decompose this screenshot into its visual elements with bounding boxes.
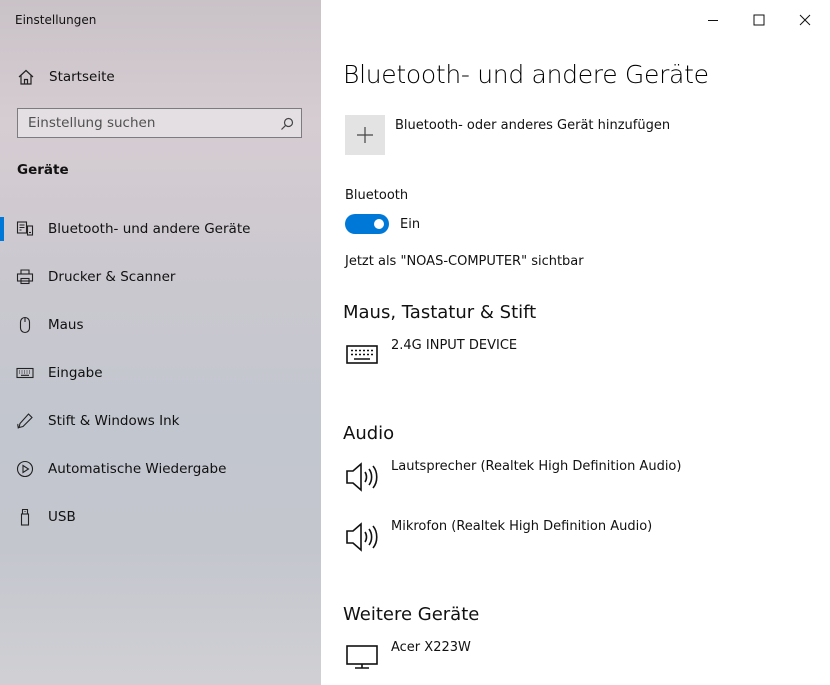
search-box[interactable] — [17, 108, 302, 138]
pen-icon — [16, 412, 34, 430]
sidebar: Einstellungen Startseite Geräte — [0, 0, 321, 685]
speaker-icon — [345, 519, 381, 555]
sidebar-item-mouse[interactable]: Maus — [0, 305, 321, 345]
device-name: Lautsprecher (Realtek High Definition Au… — [391, 459, 682, 474]
visibility-status: Jetzt als "NOAS-COMPUTER" sichtbar — [345, 254, 584, 269]
sidebar-item-label: Drucker & Scanner — [48, 269, 176, 285]
mouse-icon — [16, 316, 34, 334]
content-pane: Bluetooth- und andere Geräte Bluetooth- … — [321, 0, 830, 685]
sidebar-item-label: Maus — [48, 317, 84, 333]
monitor-icon — [345, 640, 381, 676]
home-link[interactable]: Startseite — [0, 60, 321, 94]
close-icon — [799, 14, 811, 26]
section-title: Geräte — [17, 162, 69, 178]
sidebar-item-label: USB — [48, 509, 76, 525]
sidebar-item-label: Eingabe — [48, 365, 103, 381]
device-item[interactable]: Mikrofon (Realtek High Definition Audio) — [345, 519, 805, 559]
bluetooth-toggle[interactable] — [345, 214, 389, 234]
sidebar-item-label: Automatische Wiedergabe — [48, 461, 227, 477]
sidebar-item-label: Bluetooth- und andere Geräte — [48, 221, 251, 237]
keyboard-icon — [16, 364, 34, 382]
bluetooth-label: Bluetooth — [345, 188, 409, 203]
home-icon — [17, 68, 35, 86]
bluetooth-devices-icon — [16, 220, 34, 238]
speaker-icon — [345, 459, 381, 495]
device-item[interactable]: 2.4G INPUT DEVICE — [345, 338, 805, 378]
search-icon[interactable] — [280, 116, 294, 130]
sidebar-item-autoplay[interactable]: Automatische Wiedergabe — [0, 449, 321, 489]
plus-icon — [357, 127, 373, 143]
search-input[interactable] — [18, 109, 278, 136]
device-name: 2.4G INPUT DEVICE — [391, 338, 518, 353]
bluetooth-state: Ein — [400, 217, 421, 232]
settings-window: Einstellungen Startseite Geräte — [0, 0, 830, 685]
autoplay-icon — [16, 460, 34, 478]
app-title: Einstellungen — [15, 13, 97, 27]
add-device-button[interactable] — [345, 115, 385, 155]
page-title: Bluetooth- und andere Geräte — [343, 60, 709, 89]
device-name: Mikrofon (Realtek High Definition Audio) — [391, 519, 653, 534]
maximize-icon — [753, 14, 765, 26]
home-label: Startseite — [49, 69, 115, 85]
printer-icon — [16, 268, 34, 286]
sidebar-item-pen[interactable]: Stift & Windows Ink — [0, 401, 321, 441]
sidebar-item-bluetooth[interactable]: Bluetooth- und andere Geräte — [0, 209, 321, 249]
device-item[interactable]: Lautsprecher (Realtek High Definition Au… — [345, 459, 805, 499]
sidebar-item-typing[interactable]: Eingabe — [0, 353, 321, 393]
add-device-label[interactable]: Bluetooth- oder anderes Gerät hinzufügen — [395, 118, 670, 133]
minimize-button[interactable] — [690, 0, 736, 38]
sidebar-item-printers[interactable]: Drucker & Scanner — [0, 257, 321, 297]
toggle-knob — [374, 219, 384, 229]
usb-icon — [16, 508, 34, 526]
keyboard-icon — [345, 338, 381, 374]
device-item[interactable]: Acer X223W — [345, 640, 805, 680]
active-indicator — [0, 217, 4, 241]
group-title-other: Weitere Geräte — [343, 604, 480, 625]
sidebar-item-usb[interactable]: USB — [0, 497, 321, 537]
group-title-input: Maus, Tastatur & Stift — [343, 302, 537, 323]
maximize-button[interactable] — [736, 0, 782, 38]
group-title-audio: Audio — [343, 423, 395, 444]
close-button[interactable] — [782, 0, 828, 38]
sidebar-item-label: Stift & Windows Ink — [48, 413, 180, 429]
device-name: Acer X223W — [391, 640, 471, 655]
minimize-icon — [708, 20, 718, 21]
